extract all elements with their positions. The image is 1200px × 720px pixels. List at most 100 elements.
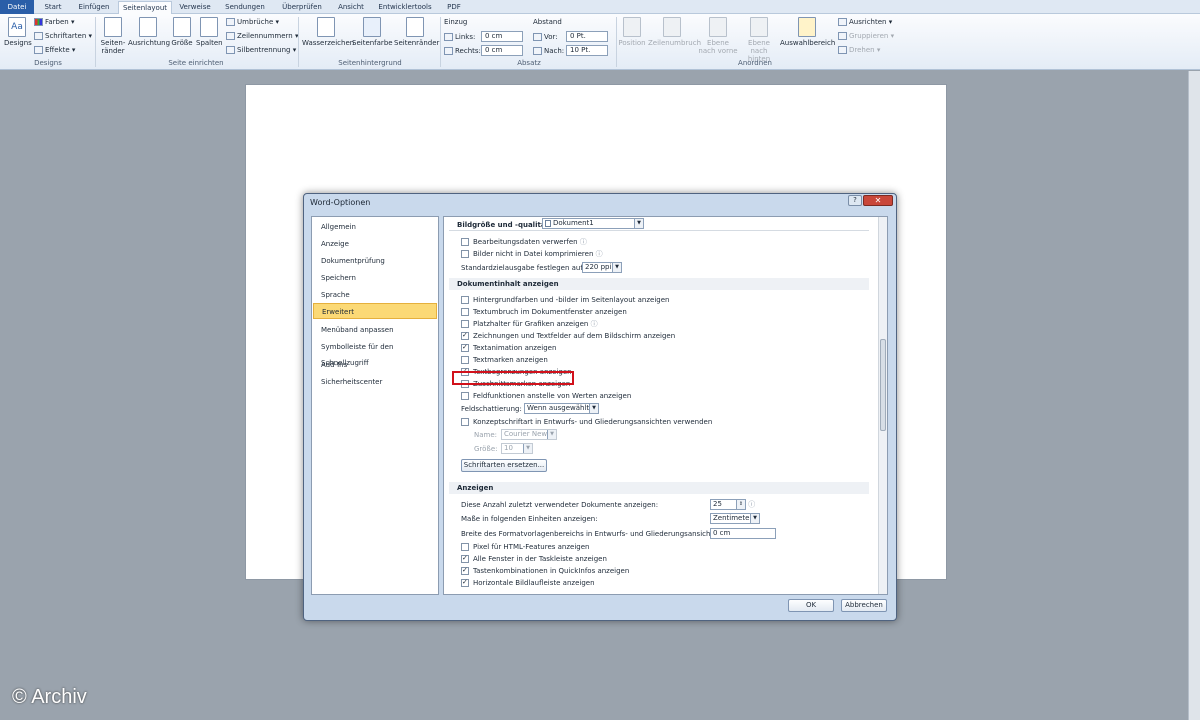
- spacing-before-row: Vor: 0 Pt.: [533, 31, 608, 42]
- nav-item-add-ins[interactable]: Add-Ins: [313, 357, 437, 373]
- position-button[interactable]: Position: [618, 17, 646, 47]
- checkbox-draft-font[interactable]: Konzeptschriftart in Entwurfs- und Glied…: [461, 418, 712, 427]
- align-icon: [838, 18, 847, 26]
- indent-right-icon: [444, 46, 453, 55]
- draft-font-size-label: Größe:: [474, 445, 498, 453]
- tab-view[interactable]: Ansicht: [332, 1, 370, 14]
- checkbox-pixels-html[interactable]: Pixel für HTML-Features anzeigen: [461, 543, 589, 552]
- spacing-after-input[interactable]: 10 Pt.: [566, 45, 608, 56]
- content-scrollbar[interactable]: [878, 217, 887, 594]
- breaks-button[interactable]: Umbrüche ▾: [226, 18, 279, 26]
- checkbox-shortcut-keys[interactable]: Tastenkombinationen in QuickInfos anzeig…: [461, 566, 629, 576]
- tab-mailings[interactable]: Sendungen: [218, 1, 272, 14]
- checkbox: [461, 392, 469, 400]
- field-shading-label: Feldschattierung:: [461, 405, 522, 413]
- selection-pane-button[interactable]: Auswahlbereich: [780, 17, 835, 47]
- info-icon: ⓘ: [595, 250, 603, 258]
- checkbox-picture-placeholders[interactable]: Platzhalter für Grafiken anzeigen ⓘ: [461, 320, 598, 329]
- tab-home[interactable]: Start: [36, 1, 70, 14]
- spin-arrows-icon: ⇕: [736, 500, 745, 509]
- scrollbar-thumb[interactable]: [880, 339, 886, 431]
- chevron-down-icon: ▼: [634, 219, 643, 228]
- recent-docs-spinner[interactable]: 25 ⇕ ⓘ: [710, 499, 755, 510]
- nav-item-language[interactable]: Sprache: [313, 287, 437, 303]
- watermark-button[interactable]: Wasserzeichen: [302, 17, 354, 47]
- field-shading-select[interactable]: Wenn ausgewählt ▼: [524, 403, 599, 414]
- checkbox-all-windows-taskbar[interactable]: Alle Fenster in der Taskleiste anzeigen: [461, 554, 607, 564]
- checkbox-field-codes[interactable]: Feldfunktionen anstelle von Werten anzei…: [461, 392, 631, 401]
- position-icon: [623, 17, 641, 37]
- fonts-icon: [34, 32, 43, 40]
- wrap-text-button[interactable]: Zeilenumbruch: [648, 17, 701, 47]
- default-output-select[interactable]: 220 ppi ▼: [582, 262, 622, 273]
- size-button[interactable]: Größe: [170, 17, 194, 47]
- columns-button[interactable]: Spalten: [196, 17, 223, 47]
- designs-button[interactable]: Aa Designs: [4, 17, 32, 47]
- margins-button[interactable]: Seiten- ränder: [98, 17, 128, 55]
- group-button[interactable]: Gruppieren ▾: [838, 32, 894, 40]
- orientation-icon: [139, 17, 157, 37]
- image-quality-doc-select[interactable]: Dokument1 ▼: [542, 218, 644, 229]
- word-options-dialog: Word-Optionen ? ✕ Allgemein Anzeige Doku…: [303, 193, 897, 621]
- checkbox-discard-editing-data[interactable]: Bearbeitungsdaten verwerfen ⓘ: [461, 238, 587, 247]
- units-select[interactable]: Zentimeter ▼: [710, 513, 760, 524]
- hyphenation-button[interactable]: Silbentrennung ▾: [226, 46, 296, 54]
- checkbox-drawings-textboxes[interactable]: Zeichnungen und Textfelder auf dem Bilds…: [461, 331, 675, 341]
- checkbox-checked: [461, 343, 469, 352]
- style-area-input[interactable]: 0 cm: [710, 528, 776, 539]
- tab-page-layout[interactable]: Seitenlayout: [118, 1, 172, 15]
- nav-item-display[interactable]: Anzeige: [313, 236, 437, 252]
- close-button[interactable]: ✕: [863, 195, 893, 206]
- font-substitution-button[interactable]: Schriftarten ersetzen...: [461, 459, 547, 472]
- colors-button[interactable]: Farben ▾: [34, 18, 75, 26]
- bring-forward-button[interactable]: Ebene nach vorne: [698, 17, 738, 55]
- help-button[interactable]: ?: [848, 195, 862, 206]
- tab-pdf[interactable]: PDF: [440, 1, 468, 14]
- nav-item-save[interactable]: Speichern: [313, 270, 437, 286]
- checkbox-text-animation[interactable]: Textanimation anzeigen: [461, 343, 556, 353]
- line-numbers-button[interactable]: Zeilennummern ▾: [226, 32, 299, 40]
- checkbox: [461, 543, 469, 551]
- tab-insert[interactable]: Einfügen: [72, 1, 116, 14]
- selection-pane-icon: [798, 17, 816, 37]
- nav-item-trust-center[interactable]: Sicherheitscenter: [313, 374, 437, 390]
- nav-item-customize-ribbon[interactable]: Menüband anpassen: [313, 322, 437, 338]
- image-quality-doc-value: Dokument1: [553, 219, 594, 227]
- nav-item-quick-access-toolbar[interactable]: Symbolleiste für den Schnellzugriff: [313, 339, 437, 367]
- orientation-button[interactable]: Ausrichtung: [128, 17, 170, 47]
- draft-font-name-select[interactable]: Courier New ▼: [501, 429, 557, 440]
- vertical-scrollbar[interactable]: [1188, 71, 1200, 720]
- tab-review[interactable]: Überprüfen: [274, 1, 330, 14]
- spacing-before-input[interactable]: 0 Pt.: [566, 31, 608, 42]
- section-display: Anzeigen: [449, 482, 869, 494]
- chevron-down-icon: ▼: [589, 404, 598, 413]
- indent-right-input[interactable]: 0 cm: [481, 45, 523, 56]
- tab-file[interactable]: Datei: [0, 0, 34, 14]
- rotate-button[interactable]: Drehen ▾: [838, 46, 880, 54]
- checkbox-horizontal-scrollbar[interactable]: Horizontale Bildlaufleiste anzeigen: [461, 578, 595, 588]
- checkbox-checked: [461, 554, 469, 563]
- nav-item-advanced[interactable]: Erweitert: [313, 303, 437, 319]
- ok-button[interactable]: OK: [788, 599, 834, 612]
- options-content: Bildgröße und -qualität Dokument1 ▼ Bearb…: [443, 216, 888, 595]
- tab-references[interactable]: Verweise: [174, 1, 216, 14]
- effects-button[interactable]: Effekte ▾: [34, 46, 75, 54]
- nav-item-general[interactable]: Allgemein: [313, 219, 437, 235]
- page-color-button[interactable]: Seitenfarbe: [352, 17, 393, 47]
- checkbox-no-compress[interactable]: Bilder nicht in Datei komprimieren ⓘ: [461, 250, 603, 259]
- checkbox-bookmarks[interactable]: Textmarken anzeigen: [461, 356, 548, 365]
- draft-font-size-select[interactable]: 10 ▼: [501, 443, 533, 454]
- indent-left-input[interactable]: 0 cm: [481, 31, 523, 42]
- checkbox-text-wrap[interactable]: Textumbruch im Dokumentfenster anzeigen: [461, 308, 627, 317]
- nav-item-proofing[interactable]: Dokumentprüfung: [313, 253, 437, 269]
- cancel-button[interactable]: Abbrechen: [841, 599, 887, 612]
- send-backward-button[interactable]: Ebene nach hinten: [740, 17, 778, 63]
- align-button[interactable]: Ausrichten ▾: [838, 18, 892, 26]
- fonts-button[interactable]: Schriftarten ▾: [34, 32, 92, 40]
- tab-developer[interactable]: Entwicklertools: [372, 1, 438, 14]
- checkbox-background-colors[interactable]: Hintergrundfarben und -bilder im Seitenl…: [461, 296, 669, 305]
- page-borders-button[interactable]: Seitenränder: [394, 17, 439, 47]
- chevron-down-icon: ▼: [750, 514, 759, 523]
- highlight-box: [452, 371, 574, 385]
- group-label-page-background: Seitenhintergrund: [338, 59, 402, 67]
